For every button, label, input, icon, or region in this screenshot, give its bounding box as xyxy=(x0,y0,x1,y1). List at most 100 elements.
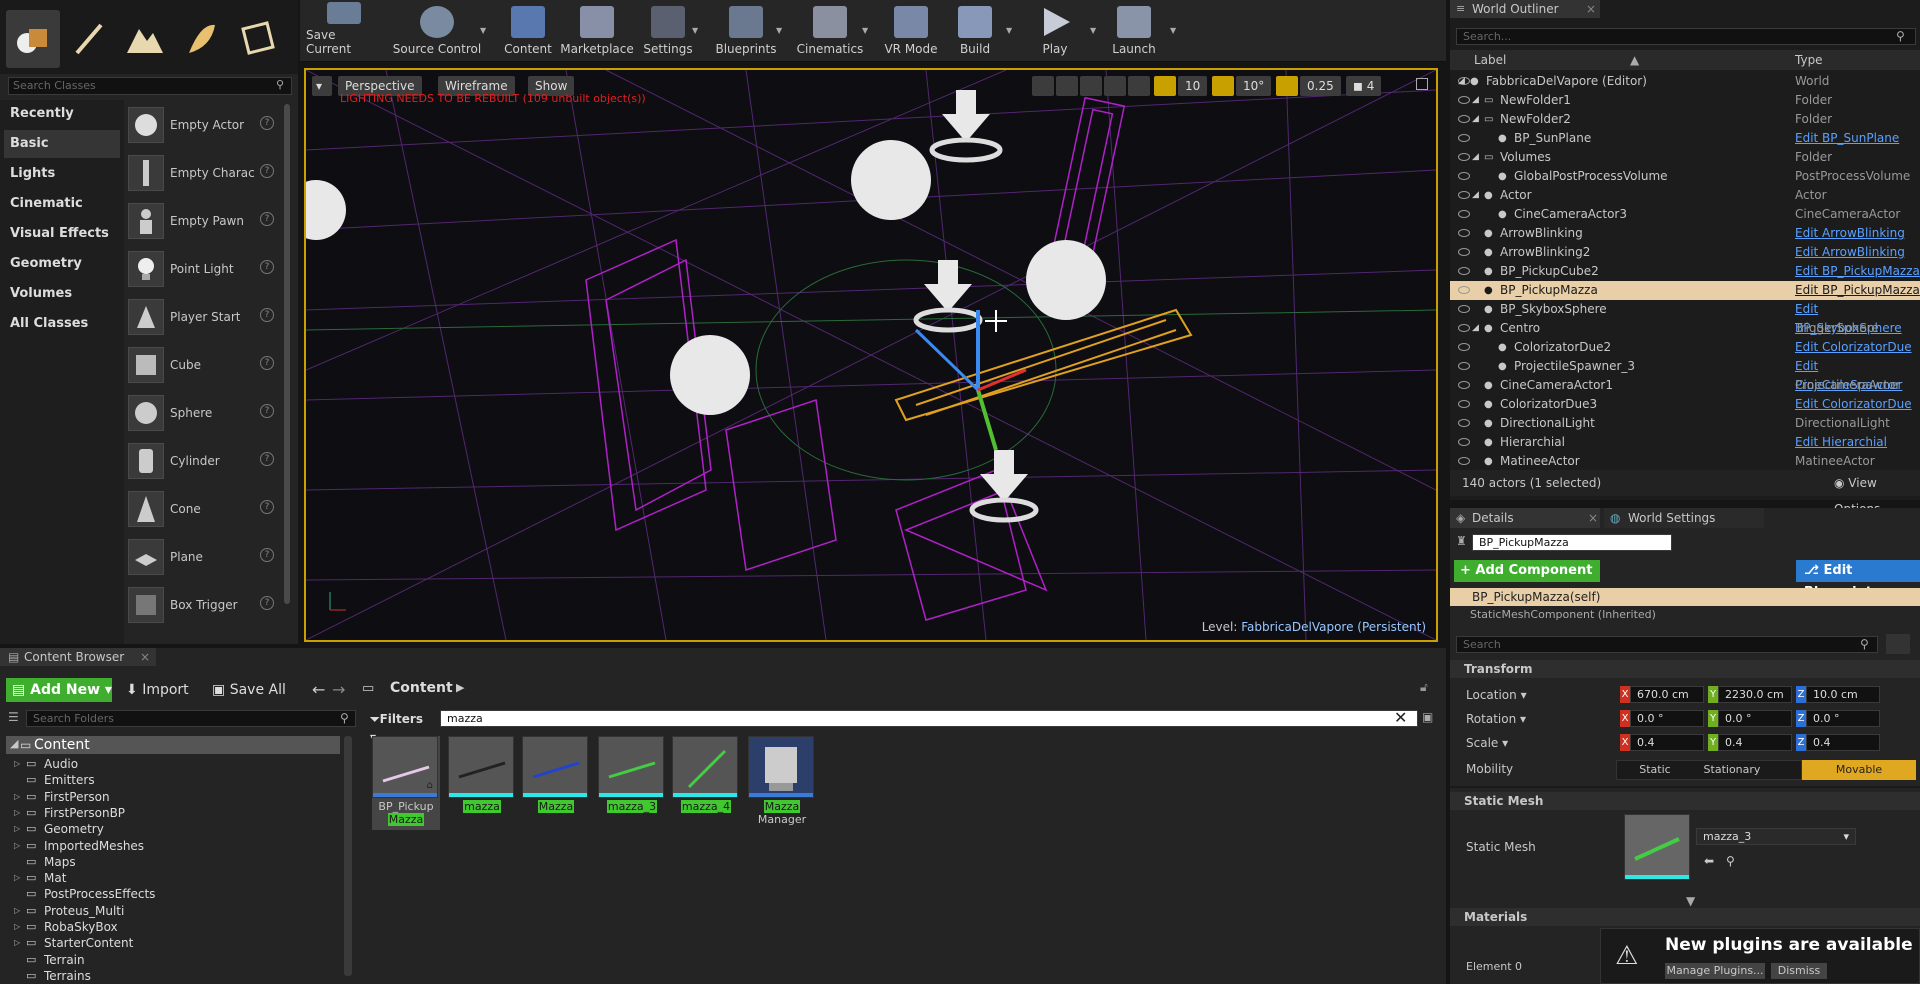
eye-icon[interactable] xyxy=(1458,400,1470,408)
outliner-row[interactable]: ● ArrowBlinking Edit ArrowBlinking xyxy=(1450,224,1920,243)
build-dropdown-icon[interactable]: ▼ xyxy=(1006,26,1016,36)
expand-arrow-icon[interactable]: ▷ xyxy=(14,870,20,886)
rotation-snap-value[interactable]: 10° xyxy=(1236,76,1272,96)
cinematics-button[interactable]: Cinematics xyxy=(794,2,866,60)
expand-arrow-icon[interactable]: ▷ xyxy=(14,903,20,919)
transform-section[interactable]: Transform xyxy=(1450,660,1920,678)
geometry-mode-tab[interactable] xyxy=(230,10,284,68)
path-content[interactable]: Content xyxy=(390,680,453,696)
eye-icon[interactable] xyxy=(1458,172,1470,180)
rotation-z-input[interactable]: 0.0 ° xyxy=(1806,710,1880,727)
scale-mode-icon[interactable] xyxy=(1080,76,1102,96)
tab-details[interactable]: ◈ Details × xyxy=(1450,508,1600,528)
place-item-plane[interactable]: Plane? xyxy=(128,536,278,578)
help-icon[interactable]: ? xyxy=(260,548,274,562)
search-folders-input[interactable]: Search Folders xyxy=(26,710,356,727)
expand-arrow-icon[interactable]: ◢ xyxy=(1472,186,1479,205)
build-button[interactable]: Build xyxy=(950,2,1000,60)
location-y-input[interactable]: 2230.0 cm xyxy=(1718,686,1792,703)
static-mesh-section[interactable]: Static Mesh xyxy=(1450,792,1920,810)
settings-button[interactable]: Settings xyxy=(638,2,698,60)
category-visual-effects[interactable]: Visual Effects xyxy=(4,220,120,248)
import-button[interactable]: ⬇ Import xyxy=(126,678,189,702)
help-icon[interactable]: ? xyxy=(260,164,274,178)
play-dropdown-icon[interactable]: ▼ xyxy=(1090,26,1100,36)
scale-x-input[interactable]: 0.4 xyxy=(1630,734,1704,751)
expand-arrow-icon[interactable]: ▷ xyxy=(14,805,20,821)
rotate-mode-icon[interactable] xyxy=(1056,76,1078,96)
expand-arrow-icon[interactable]: ▼ xyxy=(1686,894,1695,908)
eye-icon[interactable] xyxy=(1458,267,1470,275)
category-recently-placed[interactable]: Recently Placed xyxy=(4,100,120,149)
outliner-row-type[interactable]: Edit ArrowBlinking xyxy=(1795,224,1905,243)
lock-icon[interactable]: 🔓︎ xyxy=(1420,680,1428,695)
source-control-button[interactable]: Source Control xyxy=(392,2,482,60)
level-viewport[interactable]: ▾ Perspective Wireframe Show LIGHTING NE… xyxy=(304,68,1438,642)
settings-dropdown-icon[interactable]: ▼ xyxy=(692,26,702,36)
clear-search-icon[interactable]: ✕ xyxy=(1394,708,1407,727)
outliner-row[interactable]: ◢ ● FabbricaDelVapore (Editor) World xyxy=(1450,72,1920,91)
outliner-row-type[interactable]: Edit Hierarchial xyxy=(1795,433,1887,452)
help-icon[interactable]: ? xyxy=(260,596,274,610)
expand-arrow-icon[interactable]: ◢ xyxy=(1458,72,1465,91)
expand-arrow-icon[interactable]: ▷ xyxy=(14,789,20,805)
materials-section[interactable]: Materials xyxy=(1450,908,1920,926)
expand-arrow-icon[interactable]: ▷ xyxy=(14,821,20,837)
content-button[interactable]: Content xyxy=(498,2,558,60)
place-item-player-start[interactable]: Player Start? xyxy=(128,296,278,338)
close-icon[interactable]: × xyxy=(140,648,150,666)
folder-root-row[interactable]: ◢ ▭ Content xyxy=(6,736,340,754)
static-mesh-dropdown[interactable]: mazza_3 ▾ xyxy=(1696,828,1856,845)
place-scrollbar[interactable] xyxy=(284,104,290,604)
paint-mode-tab[interactable] xyxy=(62,10,116,68)
surface-snap-icon[interactable] xyxy=(1128,76,1150,96)
close-icon[interactable]: × xyxy=(1588,508,1598,528)
scale-snap-icon[interactable] xyxy=(1276,76,1298,96)
scale-label[interactable]: Scale ▾ xyxy=(1466,736,1508,750)
help-icon[interactable]: ? xyxy=(260,404,274,418)
eye-icon[interactable] xyxy=(1458,305,1470,313)
rotation-snap-icon[interactable] xyxy=(1212,76,1234,96)
outliner-row-type[interactable]: Edit ColorizatorDue xyxy=(1795,338,1912,357)
help-icon[interactable]: ? xyxy=(260,116,274,130)
tab-world-settings[interactable]: ◍ World Settings xyxy=(1604,508,1764,528)
add-new-button[interactable]: ▤ Add New ▾ xyxy=(6,678,112,702)
property-matrix-icon[interactable] xyxy=(1886,634,1910,654)
outliner-row[interactable]: ◢ ● Centro TriggerSphere xyxy=(1450,319,1920,338)
manage-plugins-button[interactable]: Manage Plugins... xyxy=(1665,963,1765,979)
help-icon[interactable]: ? xyxy=(260,260,274,274)
outliner-row[interactable]: ◢ ● Actor Actor xyxy=(1450,186,1920,205)
cinematics-dropdown-icon[interactable]: ▼ xyxy=(862,26,872,36)
outliner-row-type[interactable]: Edit BP_SunPlane xyxy=(1795,129,1899,148)
place-item-empty-pawn[interactable]: Empty Pawn? xyxy=(128,200,278,242)
asset-tile[interactable]: mazza xyxy=(448,736,516,813)
eye-icon[interactable] xyxy=(1458,191,1470,199)
back-arrow-icon[interactable]: ← xyxy=(312,680,325,699)
outliner-row[interactable]: ● ColorizatorDue3 Edit ColorizatorDue xyxy=(1450,395,1920,414)
category-geometry[interactable]: Geometry xyxy=(4,250,120,278)
eye-icon[interactable] xyxy=(1458,324,1470,332)
outliner-row[interactable]: ● ProjectileSpawner_3 Edit ProjectileSpawn… xyxy=(1450,357,1920,392)
eye-icon[interactable] xyxy=(1458,362,1470,370)
eye-icon[interactable] xyxy=(1458,134,1470,142)
play-button[interactable]: Play xyxy=(1026,2,1084,60)
category-basic[interactable]: Basic xyxy=(4,130,120,158)
location-x-input[interactable]: 670.0 cm xyxy=(1630,686,1704,703)
scale-snap-value[interactable]: 0.25 xyxy=(1300,76,1341,96)
tab-world-outliner[interactable]: World Outliner × xyxy=(1450,0,1600,18)
outliner-row-type[interactable]: Edit BP_PickupMazza xyxy=(1795,262,1920,281)
outliner-row[interactable]: ● BP_SkyboxSphere Edit BP_SkyboxSphere xyxy=(1450,300,1920,335)
outliner-row-type[interactable]: Edit ColorizatorDue xyxy=(1795,395,1912,414)
asset-tile[interactable]: ⌂ BP_Pickup Mazza xyxy=(372,736,440,830)
launch-button[interactable]: Launch xyxy=(1106,2,1162,60)
rotation-x-input[interactable]: 0.0 ° xyxy=(1630,710,1704,727)
place-item-box-trigger[interactable]: Box Trigger? xyxy=(128,584,278,626)
column-label[interactable]: Label xyxy=(1474,50,1506,70)
outliner-row[interactable]: ● GlobalPostProcessVolume PostProcessVolum… xyxy=(1450,167,1920,186)
close-icon[interactable]: × xyxy=(1586,0,1596,18)
landscape-mode-tab[interactable] xyxy=(118,10,172,68)
mobility-movable-button[interactable]: Movable xyxy=(1802,760,1916,780)
outliner-search-input[interactable]: Search... xyxy=(1456,28,1916,45)
outliner-row[interactable]: ● DirectionalLight DirectionalLight xyxy=(1450,414,1920,433)
scale-z-input[interactable]: 0.4 xyxy=(1806,734,1880,751)
